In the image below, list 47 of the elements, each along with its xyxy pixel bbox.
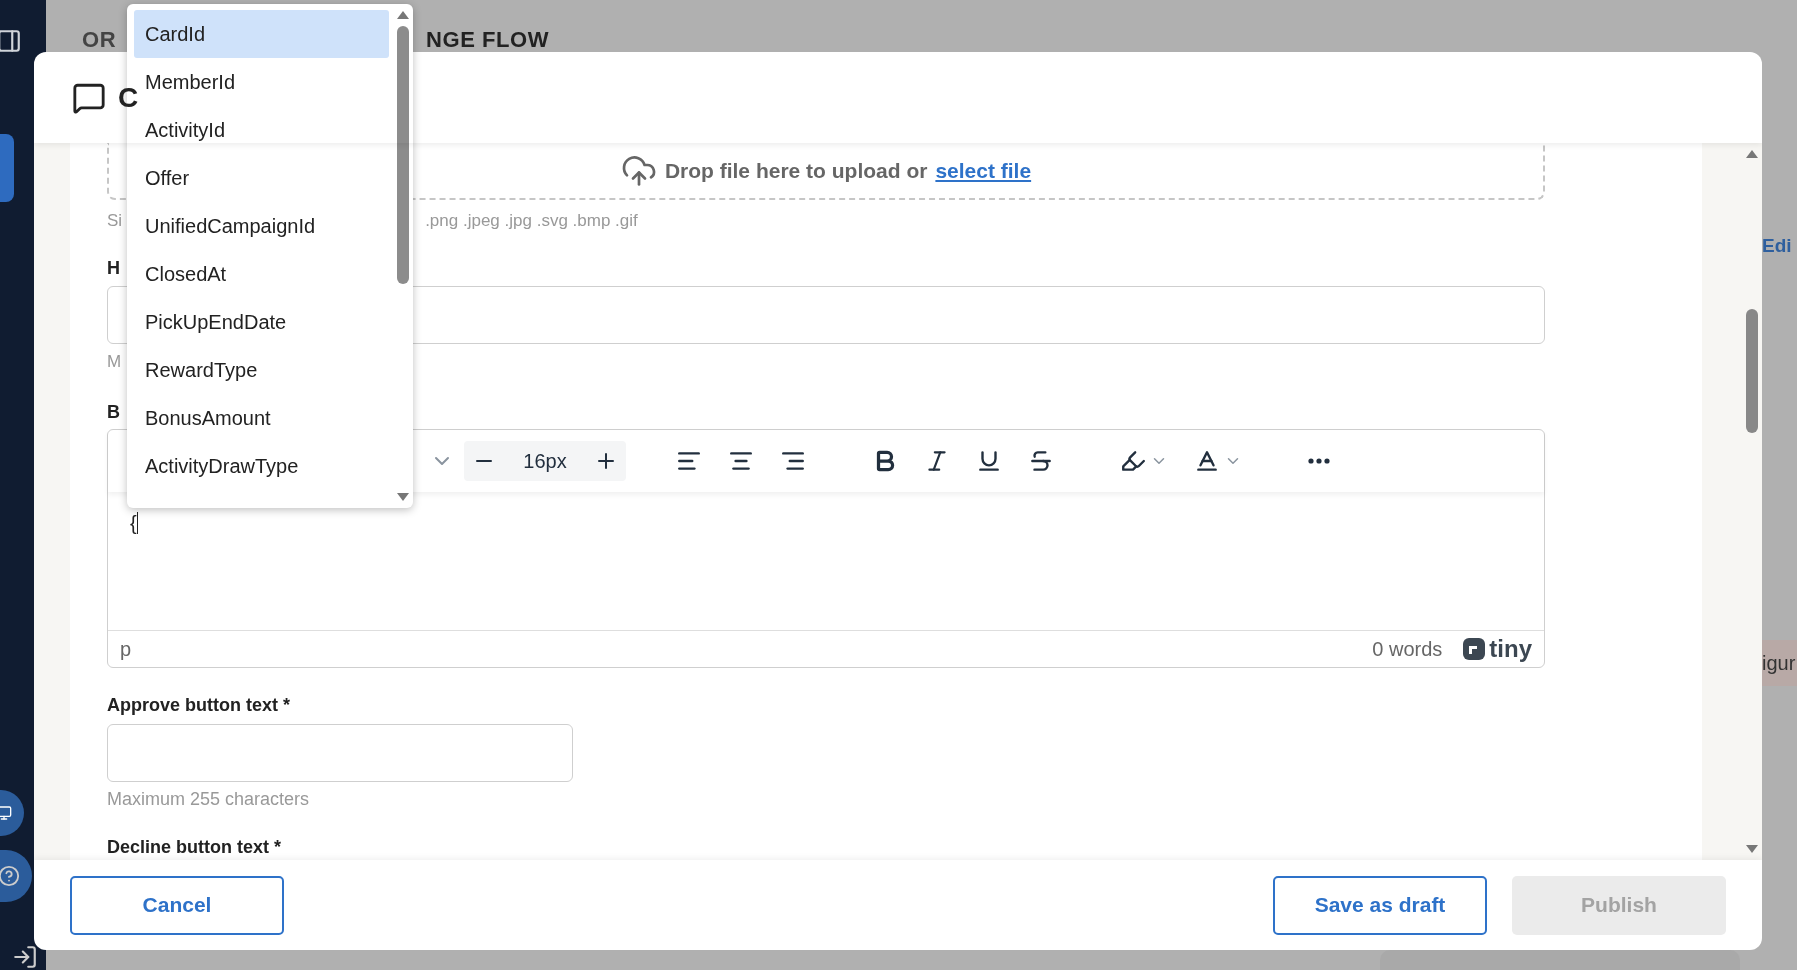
select-file-link[interactable]: select file (935, 154, 1032, 187)
upload-hint: Si (107, 210, 123, 230)
text-input[interactable] (107, 724, 573, 782)
field-label: Approve button text * (107, 694, 291, 716)
element-path: p (120, 637, 132, 662)
upload-hint: .png .jpeg .jpg .svg .bmp .gif (425, 210, 638, 230)
font-size-value: 16px (523, 449, 567, 474)
field-hint: M (107, 351, 122, 373)
menu-item[interactable]: RewardType (134, 346, 389, 394)
more-icon (1308, 458, 1330, 464)
menu-item[interactable]: CardId (134, 10, 389, 58)
menu-item[interactable]: BonusAmount (134, 394, 389, 442)
cancel-button[interactable]: Cancel (70, 875, 284, 935)
upload-text: Drop file here to upload or (664, 157, 928, 184)
menu-item[interactable]: ClosedAt (134, 250, 389, 298)
logout-icon[interactable] (12, 944, 38, 970)
font-size-control[interactable]: 16px (464, 441, 626, 481)
field-hint: Maximum 255 characters (107, 788, 311, 810)
menu-item[interactable]: Offer (134, 154, 389, 202)
screen-icon[interactable] (0, 805, 12, 821)
underline-icon (976, 448, 1002, 474)
field-label: B (107, 401, 120, 423)
menu-item[interactable]: PickUpEndDate (134, 298, 389, 346)
help-icon[interactable] (0, 865, 20, 887)
menu-item[interactable]: ActivityDrawType (134, 442, 389, 490)
scrollbar-thumb[interactable] (1746, 309, 1758, 433)
strikethrough-icon (1028, 448, 1054, 474)
field-label: Decline button text * (107, 836, 282, 858)
node-label: igur (1762, 651, 1796, 676)
scrollbar-thumb[interactable] (397, 26, 409, 284)
action-button[interactable]: Save as draft (1273, 875, 1487, 935)
field-label: H (107, 257, 120, 279)
panel-toggle-icon[interactable] (0, 28, 22, 54)
highlighter-icon (1120, 448, 1146, 474)
page-title: NGE FLOW (426, 25, 550, 54)
page-title: OR (82, 25, 117, 54)
scroll-down-icon[interactable] (1745, 844, 1759, 854)
sidebar-tab[interactable] (0, 134, 14, 202)
menu-item[interactable]: UnifiedCampaignId (134, 202, 389, 250)
brand-name: tiny (1489, 637, 1532, 661)
word-count: 0 words (1372, 637, 1443, 662)
scroll-up-icon[interactable] (396, 10, 410, 20)
editor-text[interactable]: { (130, 512, 138, 534)
text-color-icon (1194, 448, 1220, 474)
scroll-down-icon[interactable] (396, 492, 410, 502)
scroll-up-icon[interactable] (1745, 149, 1759, 159)
logo-icon (1462, 637, 1487, 661)
